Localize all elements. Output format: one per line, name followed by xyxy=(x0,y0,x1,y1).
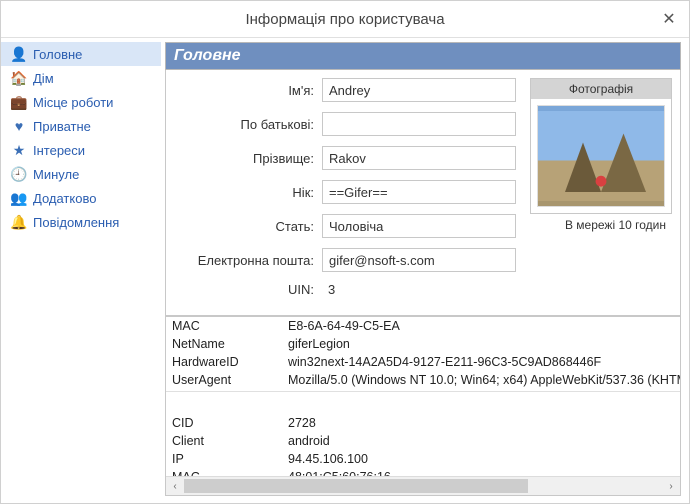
sidebar-item-3[interactable]: ♥ Приватне xyxy=(1,114,161,138)
main-panel: Головне Ім'я: По батькові: Прізвище: Нік… xyxy=(161,38,689,504)
sidebar-item-label: Додатково xyxy=(33,191,96,206)
email-label: Електронна пошта: xyxy=(174,253,322,268)
sidebar-item-7[interactable]: 🔔 Повідомлення xyxy=(1,210,161,234)
details-value: android xyxy=(282,434,680,448)
sidebar-item-5[interactable]: 🕘 Минуле xyxy=(1,162,161,186)
sidebar: 👤 Головне 🏠 Дім 💼 Місце роботи ♥ Приватне ★ Інтер… xyxy=(1,38,161,504)
user-photo[interactable] xyxy=(537,105,665,207)
scroll-track[interactable] xyxy=(184,479,662,493)
details-row[interactable]: MAC48:01:C5:60:76:16 xyxy=(166,468,680,476)
sidebar-item-0[interactable]: 👤 Головне xyxy=(1,42,161,66)
surname-input[interactable] xyxy=(322,146,516,170)
details-row[interactable]: NetNamegiferLegion xyxy=(166,335,680,353)
details-value: Mozilla/5.0 (Windows NT 10.0; Win64; x64… xyxy=(282,373,680,387)
name-input[interactable] xyxy=(322,78,516,102)
sidebar-item-6[interactable]: 👥 Додатково xyxy=(1,186,161,210)
chevron-left-icon: ‹ xyxy=(173,481,176,492)
nick-label: Нік: xyxy=(174,185,322,200)
details-value: E8-6A-64-49-C5-EA xyxy=(282,319,680,333)
patronymic-input[interactable] xyxy=(322,112,516,136)
sidebar-item-label: Повідомлення xyxy=(33,215,119,230)
sidebar-item-label: Інтереси xyxy=(33,143,85,158)
sidebar-item-label: Місце роботи xyxy=(33,95,113,110)
surname-label: Прізвище: xyxy=(174,151,322,166)
details-key: UserAgent xyxy=(166,373,282,387)
details-key: Client xyxy=(166,434,282,448)
close-button[interactable]: ✕ xyxy=(649,1,689,37)
scroll-thumb[interactable] xyxy=(184,479,528,493)
details-key: NetName xyxy=(166,337,282,351)
sidebar-item-4[interactable]: ★ Інтереси xyxy=(1,138,161,162)
patronymic-label: По батькові: xyxy=(174,117,322,132)
uin-value: 3 xyxy=(322,282,335,297)
heart-icon: ♥ xyxy=(11,118,27,134)
titlebar: Інформація про користувача ✕ xyxy=(1,1,689,38)
people-icon: 👥 xyxy=(11,190,27,206)
horizontal-scrollbar[interactable]: ‹ › xyxy=(166,476,680,495)
online-status: В мережі 10 годин xyxy=(530,214,672,236)
details-key: HardwareID xyxy=(166,355,282,369)
details-value: 94.45.106.100 xyxy=(282,452,680,466)
uin-label: UIN: xyxy=(174,282,322,297)
bell-icon: 🔔 xyxy=(11,214,27,230)
details-key: MAC xyxy=(166,319,282,333)
photo-title: Фотографія xyxy=(531,79,671,99)
star-icon: ★ xyxy=(11,142,27,158)
user-info-window: Інформація про користувача ✕ 👤 Головне 🏠 Ді… xyxy=(0,0,690,504)
name-label: Ім'я: xyxy=(174,83,322,98)
window-title: Інформація про користувача xyxy=(245,11,444,28)
gender-input[interactable] xyxy=(322,214,516,238)
briefcase-icon: 💼 xyxy=(11,94,27,110)
form-panel: Ім'я: По батькові: Прізвище: Нік: Стать:… xyxy=(165,70,681,316)
email-input[interactable] xyxy=(322,248,516,272)
details-row[interactable]: CID2728 xyxy=(166,414,680,432)
details-key: IP xyxy=(166,452,282,466)
sidebar-item-label: Головне xyxy=(33,47,82,62)
details-key: CID xyxy=(166,416,282,430)
chevron-right-icon: › xyxy=(669,481,672,492)
sidebar-item-label: Дім xyxy=(33,71,54,86)
panel-title: Головне xyxy=(165,42,681,70)
scroll-right-button[interactable]: › xyxy=(662,477,680,495)
scroll-left-button[interactable]: ‹ xyxy=(166,477,184,495)
details-value: 2728 xyxy=(282,416,680,430)
close-icon: ✕ xyxy=(662,9,675,29)
home-icon: 🏠 xyxy=(11,70,27,86)
details-row[interactable]: Clientandroid xyxy=(166,432,680,450)
details-grid[interactable]: MACE8-6A-64-49-C5-EANetNamegiferLegionHa… xyxy=(166,317,680,476)
sidebar-item-1[interactable]: 🏠 Дім xyxy=(1,66,161,90)
form: Ім'я: По батькові: Прізвище: Нік: Стать:… xyxy=(174,78,522,307)
clock-icon: 🕘 xyxy=(11,166,27,182)
gender-label: Стать: xyxy=(174,219,322,234)
details-row[interactable]: UserAgentMozilla/5.0 (Windows NT 10.0; W… xyxy=(166,371,680,389)
photo-placeholder-icon xyxy=(538,106,664,206)
sidebar-item-label: Минуле xyxy=(33,167,79,182)
details-panel: MACE8-6A-64-49-C5-EANetNamegiferLegionHa… xyxy=(165,316,681,496)
details-value: giferLegion xyxy=(282,337,680,351)
details-row[interactable]: IP94.45.106.100 xyxy=(166,450,680,468)
photo-box: Фотографія xyxy=(530,78,672,214)
details-row[interactable]: HardwareIDwin32next-14A2A5D4-9127-E211-9… xyxy=(166,353,680,371)
person-icon: 👤 xyxy=(11,46,27,62)
details-separator xyxy=(166,391,680,414)
details-value: win32next-14A2A5D4-9127-E211-96C3-5C9AD8… xyxy=(282,355,680,369)
sidebar-item-label: Приватне xyxy=(33,119,91,134)
details-row[interactable]: MACE8-6A-64-49-C5-EA xyxy=(166,317,680,335)
nick-input[interactable] xyxy=(322,180,516,204)
sidebar-item-2[interactable]: 💼 Місце роботи xyxy=(1,90,161,114)
